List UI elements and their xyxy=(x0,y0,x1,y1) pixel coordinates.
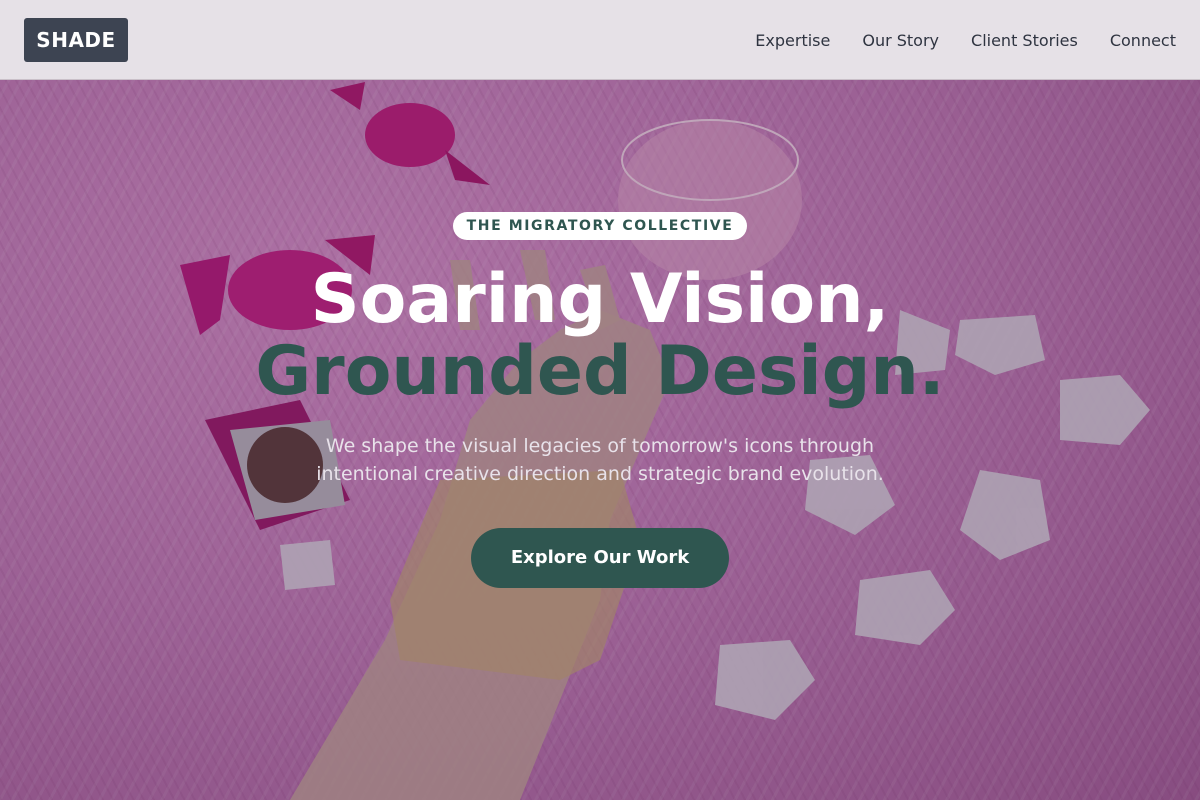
logo[interactable]: SHADE xyxy=(24,18,128,62)
nav-link-connect[interactable]: Connect xyxy=(1110,31,1176,50)
nav-link-expertise[interactable]: Expertise xyxy=(755,31,830,50)
nav-link-our-story[interactable]: Our Story xyxy=(862,31,939,50)
nav-link-client-stories[interactable]: Client Stories xyxy=(971,31,1078,50)
hero-headline-line-2: Grounded Design. xyxy=(255,332,945,411)
explore-work-button[interactable]: Explore Our Work xyxy=(471,528,729,588)
page: SHADE Expertise Our Story Client Stories… xyxy=(0,0,1200,800)
main-nav: Expertise Our Story Client Stories Conne… xyxy=(755,0,1176,80)
hero-subtitle: We shape the visual legacies of tomorrow… xyxy=(316,435,884,485)
eyebrow-badge: THE MIGRATORY COLLECTIVE xyxy=(453,212,747,240)
site-header: SHADE Expertise Our Story Client Stories… xyxy=(0,0,1200,80)
